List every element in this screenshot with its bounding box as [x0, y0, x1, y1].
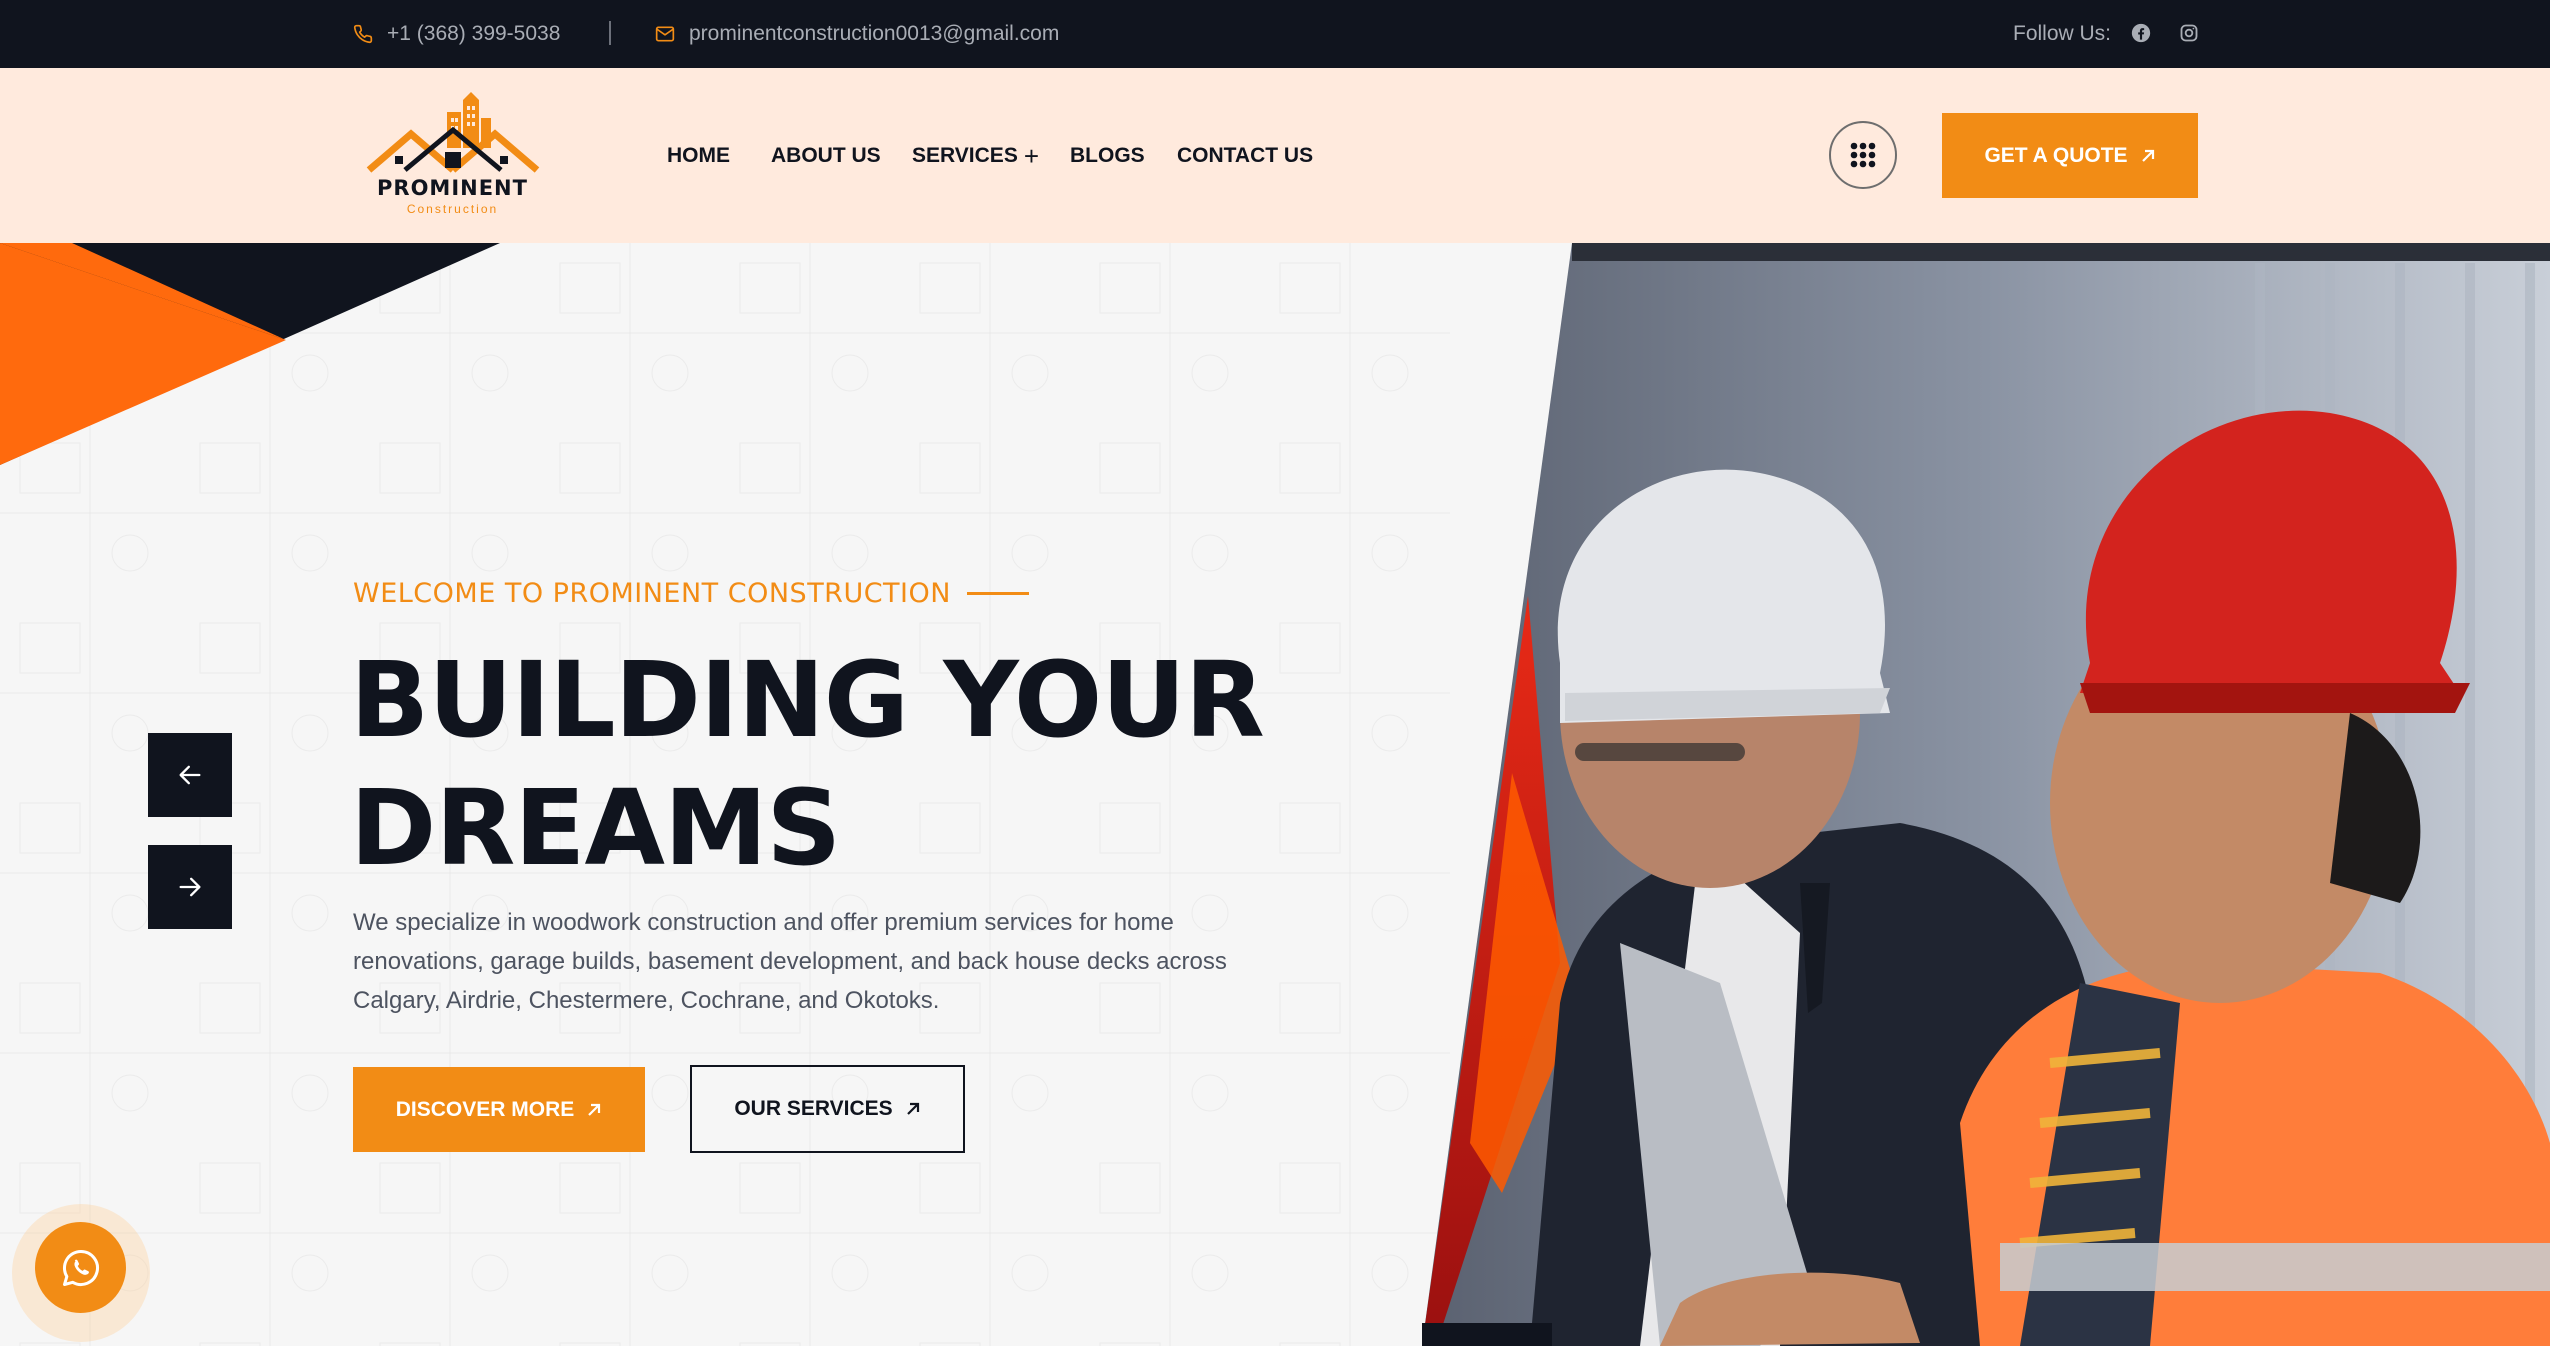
brand-logo[interactable]: PROMINENT Construction [365, 90, 540, 220]
whatsapp-button[interactable] [35, 1222, 126, 1313]
get-a-quote-label: GET A QUOTE [1984, 143, 2128, 167]
house-logo-icon [366, 92, 540, 173]
email-contact[interactable]: prominentconstruction0013@gmail.com [655, 0, 1059, 68]
nav-contact-us[interactable]: CONTACT US [1177, 68, 1313, 243]
get-a-quote-button[interactable]: GET A QUOTE [1942, 113, 2198, 198]
phone-icon [353, 24, 373, 44]
arrow-up-right-icon [2141, 149, 2154, 162]
topbar-divider [609, 21, 611, 45]
instagram-icon[interactable] [2176, 20, 2202, 46]
follow-label: Follow Us: [2013, 22, 2112, 45]
arrow-up-right-icon [588, 1103, 601, 1116]
our-services-button[interactable]: OUR SERVICES [690, 1065, 965, 1153]
mail-icon [655, 26, 675, 42]
hero-headline-line2: DREAMS [350, 767, 841, 889]
brand-tagline: Construction [406, 202, 499, 216]
hero-section: WELCOME TO PROMINENT CONSTRUCTION BUILDI… [0, 243, 2550, 1346]
hero-headline: BUILDING YOUR DREAMS [350, 636, 1350, 892]
nav-services[interactable]: SERVICES + [912, 68, 1039, 243]
discover-more-button[interactable]: DISCOVER MORE [353, 1067, 645, 1152]
nav-home[interactable]: HOME [667, 68, 730, 243]
arrow-left-icon [179, 765, 201, 785]
hero-eyebrow-text: WELCOME TO PROMINENT CONSTRUCTION [353, 578, 951, 609]
slider-prev-button[interactable] [148, 733, 232, 817]
discover-more-label: DISCOVER MORE [395, 1097, 575, 1121]
grid-dots-icon [1850, 142, 1876, 168]
email-address: prominentconstruction0013@gmail.com [689, 22, 1060, 45]
menu-grid-button[interactable] [1829, 121, 1897, 189]
plus-icon: + [1023, 140, 1040, 171]
whatsapp-icon [62, 1249, 99, 1286]
facebook-icon[interactable] [2128, 20, 2154, 46]
arrow-right-icon [179, 877, 201, 897]
phone-number: +1 (368) 399-5038 [387, 22, 561, 45]
arrow-up-right-icon [906, 1102, 919, 1115]
phone-contact[interactable]: +1 (368) 399-5038 [353, 0, 560, 68]
brand-name: PROMINENT [377, 176, 528, 200]
top-bar: +1 (368) 399-5038 prominentconstruction0… [0, 0, 2550, 68]
nav-services-label: SERVICES [912, 143, 1018, 167]
nav-blogs[interactable]: BLOGS [1070, 68, 1145, 243]
hero-headline-line1: BUILDING YOUR [350, 639, 1265, 761]
hero-description: We specialize in woodwork construction a… [353, 909, 1227, 1014]
our-services-label: OUR SERVICES [734, 1097, 893, 1120]
slider-next-button[interactable] [148, 845, 232, 929]
hero-eyebrow: WELCOME TO PROMINENT CONSTRUCTION [353, 578, 1029, 609]
eyebrow-line [966, 592, 1029, 595]
nav-about-us[interactable]: ABOUT US [771, 68, 881, 243]
